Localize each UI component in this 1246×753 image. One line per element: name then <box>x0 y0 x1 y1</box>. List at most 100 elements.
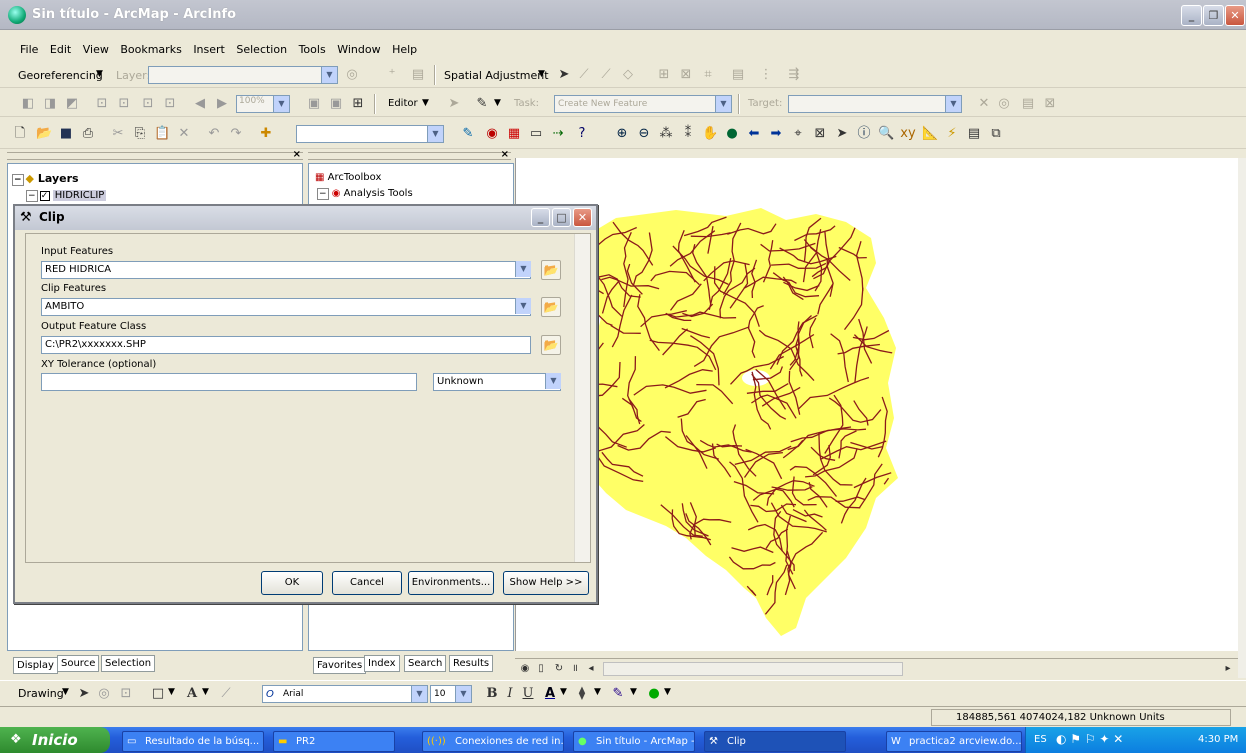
line-color-icon[interactable]: ✎ <box>610 686 626 702</box>
sketch-tool-icon[interactable]: ✎ <box>474 96 490 112</box>
tab-index[interactable]: Index <box>364 655 400 672</box>
zoom-percent-combo[interactable]: 100% ▼ <box>236 95 290 113</box>
go-back-extent-icon[interactable]: ◀ <box>192 96 208 112</box>
menu-tools[interactable]: Tools <box>295 40 330 60</box>
rotate-icon[interactable]: ◎ <box>344 67 360 83</box>
edit-tool-icon[interactable]: ➤ <box>446 96 462 112</box>
focus-frame-icon[interactable]: ▣ <box>328 96 344 112</box>
menu-window[interactable]: Window <box>333 40 384 60</box>
pause-drawing-icon[interactable]: ॥ <box>567 661 583 677</box>
identify-icon[interactable]: ⓘ <box>856 126 872 142</box>
clip-close-button[interactable]: ✕ <box>573 208 592 227</box>
paste-icon[interactable]: 📋 <box>154 126 170 142</box>
menu-file[interactable]: File <box>16 40 42 60</box>
drawing-menu[interactable]: Drawing <box>18 687 64 700</box>
close-button[interactable]: ✕ <box>1225 5 1245 26</box>
xy-tolerance-unit-combo[interactable]: Unknown ▼ <box>433 373 561 391</box>
bold-button[interactable]: B <box>484 686 500 702</box>
input-features-combo[interactable]: RED HIDRICA ▼ <box>41 261 531 279</box>
font-size-combo[interactable]: 10 ▼ <box>430 685 472 703</box>
multi-link-icon[interactable]: ◇ <box>620 67 636 83</box>
layout-zoom-out-icon[interactable]: ◨ <box>42 96 58 112</box>
tab-search[interactable]: Search <box>404 655 447 672</box>
toggle-draft-icon[interactable]: ▣ <box>306 96 322 112</box>
select-elements-icon[interactable]: ➤ <box>556 67 572 83</box>
zoom-100-icon[interactable]: ⊡ <box>116 96 132 112</box>
add-control-points-icon[interactable]: ⁺ <box>384 67 400 83</box>
tray-icons[interactable]: ◐ ⚑ ⚐ ✦ ✕ <box>1056 732 1123 746</box>
fixed-zoom-in-map-icon[interactable]: ⁂ <box>658 126 674 142</box>
arctoolbox-root-row[interactable]: ▦ ArcToolbox <box>315 172 381 183</box>
menu-edit[interactable]: Edit <box>46 40 75 60</box>
link-table-icon[interactable]: ▤ <box>410 67 426 83</box>
attribute-transfer-icon[interactable]: ⇶ <box>786 67 802 83</box>
go-to-xy-icon[interactable]: xy <box>900 126 916 142</box>
font-color-icon[interactable]: A <box>542 686 558 702</box>
clip-features-combo[interactable]: AMBITO ▼ <box>41 298 531 316</box>
arccatalog-icon[interactable]: ◉ <box>484 126 500 142</box>
menu-insert[interactable]: Insert <box>189 40 229 60</box>
rotate-element-icon[interactable]: ◎ <box>96 686 112 702</box>
minimize-button[interactable]: _ <box>1181 5 1202 26</box>
full-extent-icon[interactable]: ● <box>724 126 740 142</box>
fixed-zoom-out-map-icon[interactable]: ⁑ <box>680 126 696 142</box>
scroll-right-icon[interactable]: ▸ <box>1220 661 1236 677</box>
toc-layers-row[interactable]: − ◆ Layers <box>12 172 79 186</box>
modify-link-icon[interactable]: ⟋ <box>598 67 614 83</box>
tab-display[interactable]: Display <box>13 657 58 674</box>
editor-menu[interactable]: Editor <box>388 98 418 109</box>
task-arcmap[interactable]: ● Sin título - ArcMap - ... <box>573 731 695 752</box>
layout-pan-icon[interactable]: ◩ <box>64 96 80 112</box>
ok-button[interactable]: OK <box>261 571 323 595</box>
output-feature-class-input[interactable]: C:\PR2\xxxxxxx.SHP <box>41 336 531 354</box>
forward-extent-icon[interactable]: ➡ <box>768 126 784 142</box>
create-viewer-icon[interactable]: ⧉ <box>988 126 1004 142</box>
analysis-tools-row[interactable]: − ◉ Analysis Tools <box>317 188 413 200</box>
params-scrollbar[interactable] <box>574 234 590 562</box>
toc-layer-row[interactable]: − ✓ HIDRICLIP <box>26 190 107 202</box>
output-browse-icon[interactable]: 📂 <box>541 335 561 355</box>
task-resultado[interactable]: ▭ Resultado de la búsq... <box>122 731 264 752</box>
print-icon[interactable]: ⎙ <box>80 126 96 142</box>
toc-close-icon[interactable]: × <box>293 149 301 160</box>
measure-icon[interactable]: 📐 <box>922 126 938 142</box>
menu-bookmarks[interactable]: Bookmarks <box>116 40 185 60</box>
editor-toolbar-icon[interactable]: ✎ <box>460 126 476 142</box>
text-tool-icon[interactable]: A <box>184 686 200 702</box>
save-icon[interactable]: ■ <box>58 126 74 142</box>
italic-button[interactable]: I <box>502 686 518 702</box>
add-data-icon[interactable]: ✚ <box>258 126 274 142</box>
menu-view[interactable]: View <box>79 40 113 60</box>
map-horizontal-scrollbar[interactable] <box>603 662 903 676</box>
layer-combo[interactable]: ▼ <box>148 66 338 84</box>
command-line-icon[interactable]: ▭ <box>528 126 544 142</box>
fill-color-icon[interactable]: ⧫ <box>574 686 590 702</box>
map-display[interactable] <box>515 158 1238 651</box>
select-elements-pointer-icon[interactable]: ➤ <box>834 126 850 142</box>
rotate-tool-icon[interactable]: ◎ <box>996 96 1012 112</box>
whats-this-icon[interactable]: ? <box>574 126 590 142</box>
split-tool-icon[interactable]: ✕ <box>976 96 992 112</box>
new-displacement-link-icon[interactable]: ⟋ <box>576 67 592 83</box>
clip-features-browse-icon[interactable]: 📂 <box>541 297 561 317</box>
task-conexiones[interactable]: ((·)) Conexiones de red in... <box>422 731 564 752</box>
clip-maximize-button[interactable]: □ <box>552 208 571 227</box>
tab-selection[interactable]: Selection <box>101 655 156 672</box>
cut-icon[interactable]: ✂ <box>110 126 126 142</box>
clip-minimize-button[interactable]: _ <box>531 208 550 227</box>
time-slider-icon[interactable]: ▤ <box>966 126 982 142</box>
task-combo[interactable]: Create New Feature ▼ <box>554 95 732 113</box>
zoom-to-selected-icon[interactable]: ⊡ <box>118 686 134 702</box>
data-view-icon[interactable]: ◉ <box>517 661 533 677</box>
menu-help[interactable]: Help <box>388 40 421 60</box>
zoom-out-icon[interactable]: ⊖ <box>636 126 652 142</box>
task-word[interactable]: Wpractica2 arcview.do... <box>886 731 1022 752</box>
menu-selection[interactable]: Selection <box>232 40 291 60</box>
font-name-combo[interactable]: O Arial ▼ <box>262 685 428 703</box>
zoom-whole-page-icon[interactable]: ⊡ <box>94 96 110 112</box>
select-elements-draw-icon[interactable]: ➤ <box>76 686 92 702</box>
select-features-icon[interactable]: ⌖ <box>790 126 806 142</box>
start-button[interactable]: ❖ Inicio <box>0 727 110 753</box>
hyperlink-icon[interactable]: ⚡ <box>944 126 960 142</box>
layout-zoom-in-icon[interactable]: ◧ <box>20 96 36 112</box>
